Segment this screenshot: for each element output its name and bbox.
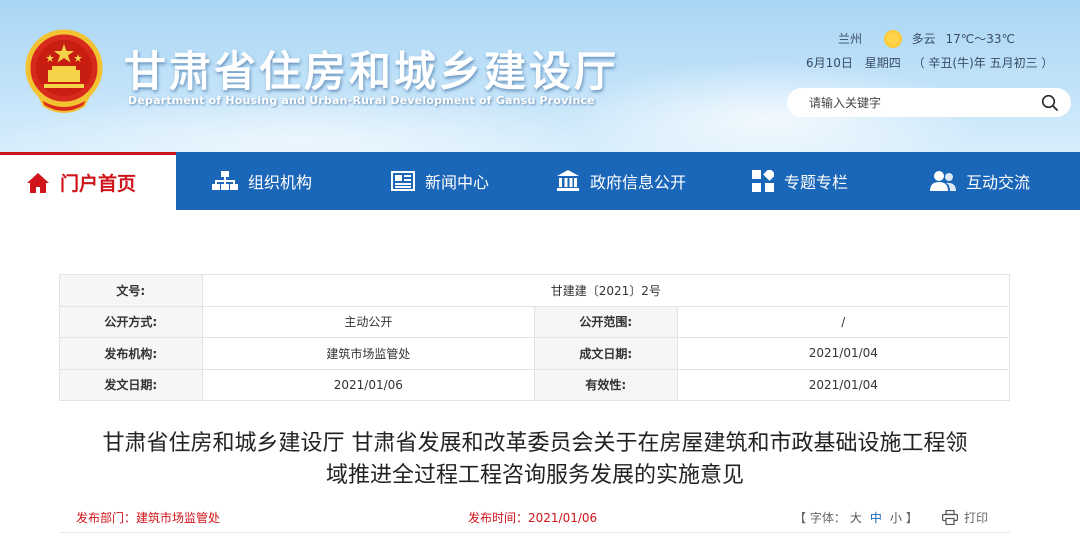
org-chart-icon	[212, 171, 238, 190]
government-building-icon	[557, 170, 579, 191]
table-row: 文号: 甘建建〔2021〕2号	[59, 274, 1011, 307]
nav-label-home: 门户首页	[60, 173, 137, 195]
weather-widget: 兰州 多云 17℃～33℃	[838, 30, 1021, 48]
publisher-label: 发布机构:	[59, 337, 203, 370]
search-icon[interactable]	[1041, 94, 1059, 112]
search-input[interactable]	[809, 93, 1029, 113]
nav-item-news[interactable]: 新闻中心	[391, 152, 489, 210]
validity-value: 2021/01/04	[676, 368, 1011, 401]
open-mode-label: 公开方式:	[59, 305, 203, 338]
nav-label-topics: 专题专栏	[784, 173, 849, 192]
created-date-value: 2021/01/04	[676, 337, 1011, 370]
search-box	[787, 88, 1071, 117]
open-scope-value: /	[676, 305, 1011, 338]
document-info-table: 文号: 甘建建〔2021〕2号 公开方式: 主动公开 公开范围: / 发布机构:…	[59, 274, 1011, 401]
open-mode-value: 主动公开	[201, 305, 535, 338]
site-subtitle: Department of Housing and Urban-Rural De…	[128, 94, 595, 107]
date-text: 6月10日	[806, 56, 853, 70]
created-date-label: 成文日期:	[533, 337, 678, 370]
validity-label: 有效性:	[533, 368, 678, 401]
main-nav: 门户首页 组织机构 新闻中心 政府信息公开 专题专栏 互动交流	[0, 152, 1080, 210]
publish-department: 发布部门：建筑市场监管处	[76, 511, 221, 525]
table-row: 发布机构: 建筑市场监管处 成文日期: 2021/01/04	[59, 337, 1011, 370]
newspaper-icon	[391, 171, 415, 191]
nav-label-interact: 互动交流	[966, 173, 1031, 192]
nav-label-news: 新闻中心	[425, 173, 490, 192]
site-header: 甘肃省住房和城乡建设厅 Department of Housing and Ur…	[0, 0, 1080, 152]
nav-item-topics[interactable]: 专题专栏	[752, 152, 848, 210]
article-title: 甘肃省住房和城乡建设厅 甘肃省发展和改革委员会关于在房屋建筑和市政基础设施工程领…	[60, 428, 1010, 492]
font-size-label-close: 】	[905, 511, 918, 525]
nav-label-org: 组织机构	[248, 173, 313, 192]
lunar-date-text: （ 辛丑(牛)年 五月初三 ）	[912, 56, 1054, 70]
issued-date-value: 2021/01/06	[201, 368, 535, 401]
print-button[interactable]: 打印	[942, 509, 988, 526]
printer-icon	[942, 510, 958, 525]
font-size-small-button[interactable]: 小	[890, 511, 902, 525]
nav-item-org[interactable]: 组织机构	[212, 152, 312, 210]
grid-tiles-icon	[752, 170, 774, 192]
table-row: 发文日期: 2021/01/06 有效性: 2021/01/04	[59, 368, 1011, 401]
table-row: 公开方式: 主动公开 公开范围: /	[59, 305, 1011, 338]
font-size-large-button[interactable]: 大	[850, 511, 862, 525]
sunny-icon	[883, 30, 902, 48]
font-size-label: 【 字体：	[794, 511, 846, 525]
print-label: 打印	[964, 511, 989, 525]
nav-item-home[interactable]: 门户首页	[0, 152, 176, 210]
weather-city: 兰州	[838, 32, 863, 46]
weather-condition: 多云	[911, 32, 936, 46]
open-scope-label: 公开范围:	[533, 305, 678, 338]
font-size-controls: 【 字体： 大中小】	[794, 509, 918, 526]
date-line: 6月10日 星期四 （ 辛丑(牛)年 五月初三 ）	[806, 54, 1061, 71]
doc-number-value: 甘建建〔2021〕2号	[201, 274, 1011, 307]
article-title-line-2: 域推进全过程工程咨询服务发展的实施意见	[325, 463, 744, 488]
weather-temperature: 17℃～33℃	[945, 32, 1016, 46]
nav-item-gov-info[interactable]: 政府信息公开	[556, 152, 686, 210]
nav-label-gov-info: 政府信息公开	[590, 173, 687, 192]
site-title: 甘肃省住房和城乡建设厅	[124, 47, 620, 96]
issued-date-label: 发文日期:	[59, 368, 203, 401]
article-meta-bar: 发布部门：建筑市场监管处 发布时间：2021/01/06 【 字体： 大中小】 打…	[76, 509, 996, 529]
nav-item-interact[interactable]: 互动交流	[930, 152, 1030, 210]
users-icon	[930, 171, 956, 191]
home-icon	[27, 172, 49, 193]
meta-divider	[60, 532, 1010, 533]
publish-time: 发布时间：2021/01/06	[468, 511, 598, 525]
font-size-medium-button[interactable]: 中	[870, 511, 882, 525]
national-emblem-icon	[25, 29, 103, 113]
article-title-line-1: 甘肃省住房和城乡建设厅 甘肃省发展和改革委员会关于在房屋建筑和市政基础设施工程领	[102, 431, 968, 456]
doc-number-label: 文号:	[59, 274, 203, 307]
publisher-value: 建筑市场监管处	[201, 337, 535, 370]
weekday-text: 星期四	[864, 56, 901, 70]
